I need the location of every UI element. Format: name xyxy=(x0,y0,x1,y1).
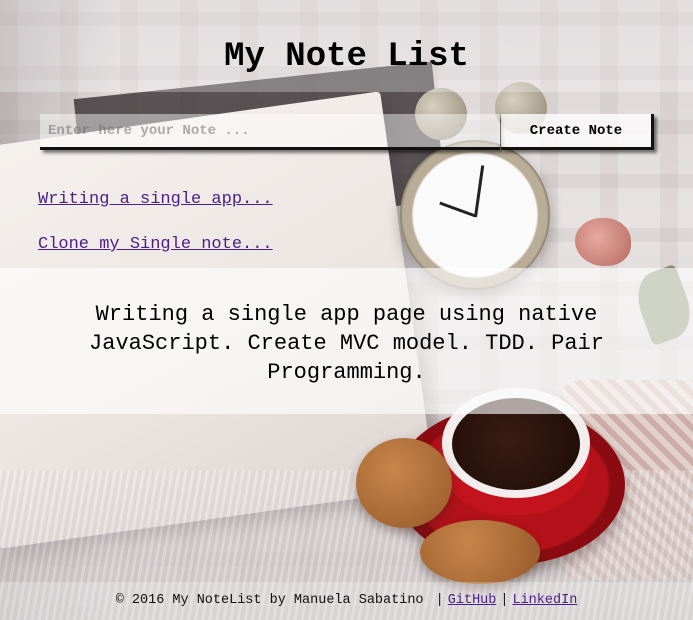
note-link[interactable]: Writing a single app... xyxy=(38,190,273,209)
footer-separator: | xyxy=(500,593,509,608)
note-link[interactable]: Clone my Single note... xyxy=(38,235,273,254)
create-note-button[interactable]: Create Note xyxy=(501,114,654,150)
cookie-image xyxy=(420,520,540,584)
note-detail-text: Writing a single app page using native J… xyxy=(89,302,604,385)
list-item: Clone my Single note... xyxy=(38,235,273,280)
footer: © 2016 My NoteList by Manuela Sabatino |… xyxy=(0,593,693,608)
note-input[interactable] xyxy=(40,114,500,150)
note-list: Writing a single app... Clone my Single … xyxy=(38,190,273,280)
copyright-text: © 2016 My NoteList by Manuela Sabatino xyxy=(115,593,424,608)
cookie-image xyxy=(356,438,452,528)
footer-separator: | xyxy=(435,593,444,608)
note-form: Create Note xyxy=(40,114,654,150)
github-link[interactable]: GitHub xyxy=(448,593,497,608)
linkedin-link[interactable]: LinkedIn xyxy=(512,593,577,608)
page-title: My Note List xyxy=(224,38,469,76)
rose-image xyxy=(575,218,631,266)
list-item: Writing a single app... xyxy=(38,190,273,235)
